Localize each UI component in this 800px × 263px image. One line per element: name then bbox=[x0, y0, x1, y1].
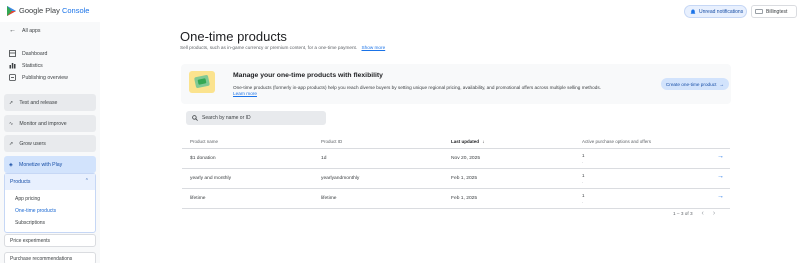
sidebar-item-label: Statistics bbox=[22, 62, 43, 69]
product-name-cell: $1 donation bbox=[190, 156, 216, 161]
arrow-right-icon: → bbox=[719, 81, 725, 87]
sort-arrow-icon: ↓ bbox=[482, 139, 485, 144]
sidebar-section-monetize-with-play[interactable]: ◈ Monetize with Play bbox=[4, 156, 96, 173]
account-avatar-icon bbox=[755, 9, 763, 14]
info-card: Manage your one-time products with flexi… bbox=[181, 64, 731, 104]
page-title: One-time products bbox=[180, 29, 287, 44]
divider bbox=[182, 208, 730, 209]
pagination: 1 – 3 of 3 ‹ › bbox=[673, 210, 715, 217]
chevron-left-icon[interactable]: ‹ bbox=[702, 210, 704, 217]
column-header-product-id[interactable]: Product ID bbox=[321, 139, 342, 144]
notifications-label: Unread notifications bbox=[699, 8, 744, 15]
table-row[interactable]: yearly and monthly yearlyandmonthly Feb … bbox=[182, 169, 730, 188]
play-console-logo-icon bbox=[7, 6, 16, 16]
sidebar-item-label: Dashboard bbox=[22, 50, 48, 57]
arrow-right-icon[interactable]: → bbox=[717, 193, 724, 200]
last-updated-cell: Feb 1, 2025 bbox=[451, 176, 478, 181]
offers-count: - bbox=[582, 160, 584, 164]
sidebar-item-label: Price experiments bbox=[10, 237, 51, 244]
sidebar-item-price-experiments[interactable]: Price experiments bbox=[4, 234, 96, 247]
chevron-right-icon[interactable]: › bbox=[713, 210, 715, 217]
sidebar-section-test-and-release[interactable]: ➚ Test and release bbox=[4, 94, 96, 111]
column-header-last-updated[interactable]: Last updated ↓ bbox=[451, 139, 485, 144]
create-button-label: Create one-time product bbox=[665, 81, 717, 87]
column-header-active-options[interactable]: Active purchase options and offers bbox=[582, 139, 651, 144]
product-name-cell: yearly and monthly bbox=[190, 176, 232, 181]
sidebar: ← All apps Dashboard Statistics Publishi… bbox=[0, 22, 100, 263]
sidebar-item-subscriptions[interactable]: Subscriptions bbox=[15, 220, 45, 226]
sidebar-item-statistics[interactable]: Statistics bbox=[4, 62, 96, 69]
section-label: Monitor and improve bbox=[19, 120, 67, 127]
purchase-options-count: 1 bbox=[582, 153, 585, 158]
sidebar-item-one-time-products[interactable]: One-time products bbox=[15, 208, 56, 214]
account-name: Billingtest bbox=[766, 8, 788, 15]
sidebar-item-label: Purchase recommendations bbox=[10, 255, 73, 262]
create-one-time-product-button[interactable]: Create one-time product → bbox=[661, 78, 729, 90]
offers-count: - bbox=[582, 180, 584, 184]
product-id-cell: 1d bbox=[321, 156, 327, 161]
table-row[interactable]: $1 donation 1d Nov 20, 2025 1 - → bbox=[182, 149, 730, 168]
offers-count: - bbox=[582, 200, 584, 204]
search-icon bbox=[192, 115, 198, 121]
page-subtitle: Sell products, such as in-game currency … bbox=[180, 45, 385, 50]
notification-bell-icon bbox=[690, 9, 696, 14]
pagination-range: 1 – 3 of 3 bbox=[673, 211, 693, 216]
arrow-right-icon[interactable]: → bbox=[717, 173, 724, 180]
top-app-bar: Google Play Console Unread notifications… bbox=[0, 0, 800, 22]
chevron-up-icon: ⌃ bbox=[84, 178, 89, 184]
card-body: One-time products (formerly in-app produ… bbox=[233, 85, 601, 90]
purchase-options-count: 1 bbox=[582, 193, 585, 198]
sidebar-item-dashboard[interactable]: Dashboard bbox=[4, 50, 96, 57]
sidebar-item-publishing-overview[interactable]: Publishing overview bbox=[4, 74, 96, 81]
product-name-cell: lifetime bbox=[190, 196, 206, 201]
all-apps-label: All apps bbox=[22, 27, 41, 34]
account-switcher[interactable]: Billingtest bbox=[751, 5, 797, 18]
app-brand[interactable]: Google Play Console bbox=[19, 6, 89, 15]
rocket-icon: ➚ bbox=[9, 99, 14, 106]
products-label: Products bbox=[10, 179, 31, 185]
product-id-cell: yearlyandmonthly bbox=[321, 176, 360, 181]
tag-icon: ◈ bbox=[9, 161, 13, 168]
search-placeholder: Search by name or ID bbox=[202, 115, 251, 121]
products-toggle[interactable]: Products ⌃ bbox=[5, 174, 95, 190]
section-label: Monetize with Play bbox=[19, 161, 63, 168]
bar-chart-icon bbox=[9, 63, 16, 69]
brand-main: Google Play bbox=[19, 6, 60, 15]
card-title: Manage your one-time products with flexi… bbox=[233, 72, 383, 79]
show-more-link[interactable]: Show more bbox=[361, 45, 385, 50]
all-apps-link[interactable]: ← All apps bbox=[4, 27, 96, 34]
sidebar-item-label: Publishing overview bbox=[22, 74, 68, 81]
page-subtitle-text: Sell products, such as in-game currency … bbox=[180, 45, 358, 50]
section-label: Test and release bbox=[19, 99, 58, 106]
sidebar-section-grow-users[interactable]: ⇗ Grow users bbox=[4, 135, 96, 152]
growth-icon: ⇗ bbox=[9, 140, 14, 147]
section-label: Grow users bbox=[19, 140, 46, 147]
product-id-cell: lifetime bbox=[321, 196, 337, 201]
pulse-icon: ∿ bbox=[9, 120, 14, 127]
dashboard-icon bbox=[9, 50, 16, 57]
last-updated-cell: Feb 1, 2025 bbox=[451, 196, 478, 201]
unread-notifications-button[interactable]: Unread notifications bbox=[684, 5, 747, 18]
products-group: Products ⌃ App pricing One-time products… bbox=[4, 173, 96, 233]
purchase-options-count: 1 bbox=[582, 173, 585, 178]
column-header-label: Last updated bbox=[451, 139, 480, 144]
brand-accent: Console bbox=[61, 6, 90, 15]
learn-more-link[interactable]: Learn more bbox=[233, 91, 257, 96]
back-arrow-icon: ← bbox=[9, 27, 16, 34]
table-row[interactable]: lifetime lifetime Feb 1, 2025 1 - → bbox=[182, 189, 730, 208]
last-updated-cell: Nov 20, 2025 bbox=[451, 156, 481, 161]
column-header-product-name[interactable]: Product name bbox=[190, 139, 218, 144]
publish-icon bbox=[9, 74, 16, 81]
sidebar-section-monitor-and-improve[interactable]: ∿ Monitor and improve bbox=[4, 115, 96, 132]
arrow-right-icon[interactable]: → bbox=[717, 153, 724, 160]
sidebar-item-app-pricing[interactable]: App pricing bbox=[15, 196, 40, 202]
sidebar-item-purchase-recommendations[interactable]: Purchase recommendations bbox=[4, 252, 96, 263]
search-input[interactable]: Search by name or ID bbox=[186, 111, 326, 125]
product-illustration-icon bbox=[189, 71, 215, 93]
